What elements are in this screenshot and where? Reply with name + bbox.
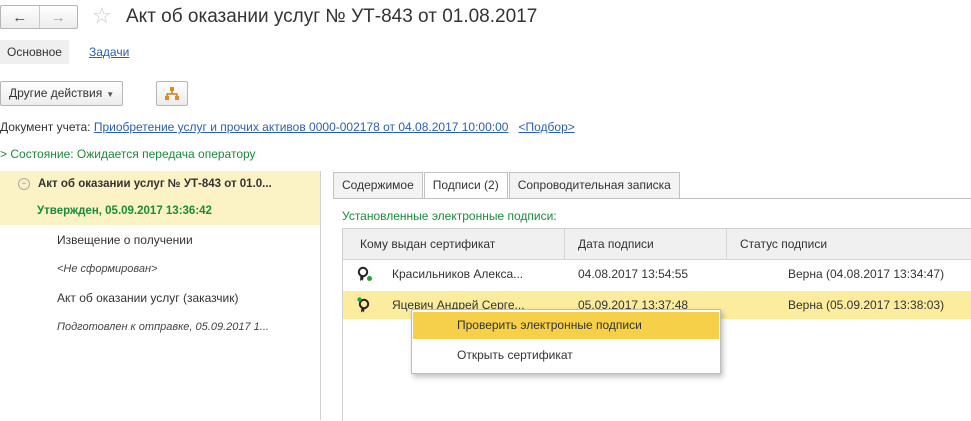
pick-link[interactable]: <Подбор>: [518, 120, 574, 134]
other-actions-label: Другие действия: [9, 86, 103, 100]
structure-button[interactable]: [156, 81, 188, 106]
page-title: Акт об оказании услуг № УТ-843 от 01.08.…: [126, 6, 538, 27]
tree-item-receipt-status[interactable]: <Не сформирован>: [0, 256, 320, 283]
column-header-issued-to[interactable]: Кому выдан сертификат: [343, 229, 564, 259]
tree-root[interactable]: − Акт об оказании услуг № УТ-843 от 01.0.…: [0, 171, 320, 198]
chevron-down-icon: ▼: [106, 90, 115, 99]
tab-cover-note[interactable]: Сопроводительная записка: [508, 172, 680, 198]
document-info: Документ учета: Приобретение услуг и про…: [0, 120, 575, 134]
tree-item-receipt-notice[interactable]: Извещение о получении: [0, 227, 320, 254]
table-row[interactable]: Красильников Алекса... 04.08.2017 13:54:…: [343, 260, 971, 288]
document-link[interactable]: Приобретение услуг и прочих активов 0000…: [94, 120, 509, 134]
column-header-status[interactable]: Статус подписи: [726, 229, 971, 259]
content-tabs: Содержимое Подписи (2) Сопроводительная …: [333, 172, 681, 198]
nav-buttons: ← →: [0, 5, 78, 29]
collapse-icon[interactable]: −: [18, 177, 30, 190]
menu-item-open-certificate[interactable]: Открыть сертификат: [413, 342, 719, 369]
star-icon[interactable]: ☆: [92, 3, 112, 29]
forward-button[interactable]: →: [38, 6, 78, 28]
chevron-right-icon: >: [0, 147, 8, 161]
tree-approved-status[interactable]: Утвержден, 05.09.2017 13:36:42: [0, 198, 320, 225]
tab-main[interactable]: Основное: [0, 40, 69, 64]
column-header-sign-date[interactable]: Дата подписи: [564, 229, 726, 259]
tab-signatures[interactable]: Подписи (2): [423, 172, 508, 198]
tree-item-customer-act[interactable]: Акт об оказании услуг (заказчик): [0, 285, 320, 312]
state-expander[interactable]: > Состояние: Ожидается передача оператор…: [0, 147, 256, 161]
menu-item-verify-signatures[interactable]: Проверить электронные подписи: [413, 312, 719, 339]
document-tree: − Акт об оказании услуг № УТ-843 от 01.0.…: [0, 171, 321, 420]
signatures-caption: Установленные электронные подписи:: [342, 209, 557, 223]
sign-date: 04.08.2017 13:54:55: [578, 267, 689, 281]
certificate-icon: [357, 266, 372, 281]
state-text: Состояние: Ожидается передача оператору: [10, 147, 256, 161]
sign-status: Верна (04.08.2017 13:34:47): [788, 267, 945, 281]
arrow-right-icon: →: [50, 8, 66, 26]
other-actions-button[interactable]: Другие действия ▼: [0, 81, 124, 106]
signer-name: Красильников Алекса...: [392, 267, 524, 281]
document-label: Документ учета:: [0, 120, 91, 134]
table-header: Кому выдан сертификат Дата подписи Стату…: [343, 229, 971, 260]
tab-tasks[interactable]: Задачи: [89, 40, 129, 64]
tree-root-label: Акт об оказании услуг № УТ-843 от 01.0..…: [38, 178, 272, 190]
sign-status: Верна (05.09.2017 13:38:03): [788, 298, 945, 312]
context-menu: Проверить электронные подписи Открыть се…: [411, 309, 721, 374]
tabs-divider: [333, 198, 971, 199]
document-structure-icon: [165, 86, 179, 100]
certificate-icon: [357, 297, 370, 313]
tree-item-customer-status[interactable]: Подготовлен к отправке, 05.09.2017 1...: [0, 314, 320, 341]
arrow-left-icon: ←: [12, 8, 28, 26]
back-button[interactable]: ←: [1, 6, 39, 28]
tab-content[interactable]: Содержимое: [333, 172, 423, 198]
